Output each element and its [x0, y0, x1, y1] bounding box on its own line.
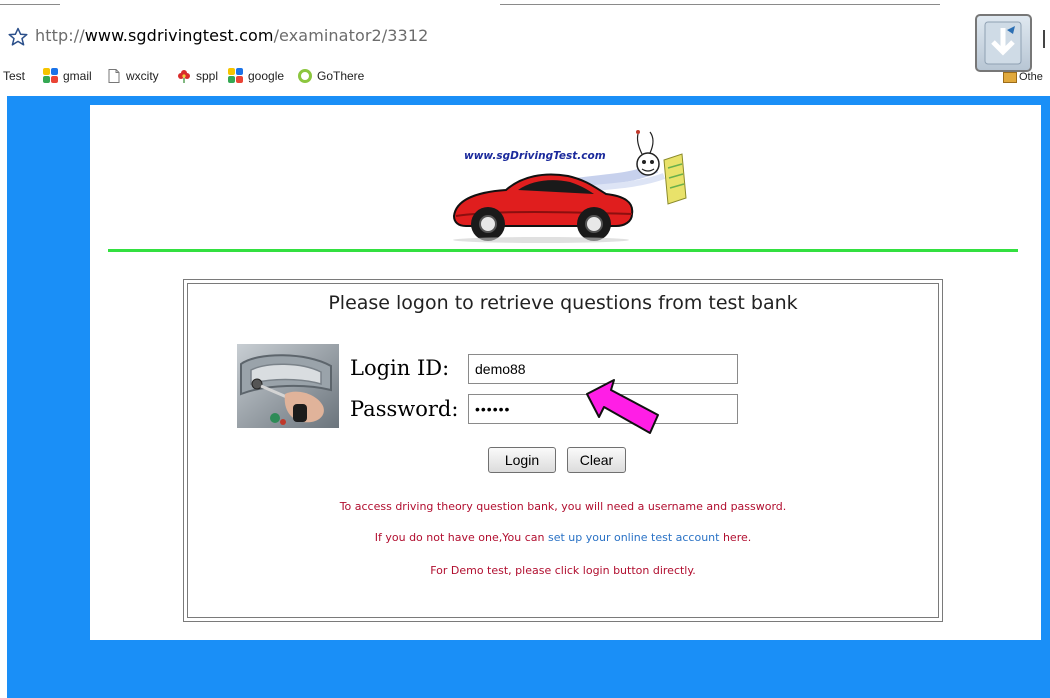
download-arrow-icon [984, 21, 1022, 65]
toolbar-separator [1043, 30, 1045, 48]
annotation-arrow-icon [586, 379, 659, 434]
login-button[interactable]: Login [488, 447, 556, 473]
folder-icon [1003, 71, 1017, 83]
url-protocol: http:// [35, 26, 85, 45]
top-tab-line [0, 0, 1050, 6]
google-icon [43, 68, 59, 84]
url-host: www.sgdrivingtest.com [84, 26, 274, 45]
bookmark-label: Test [3, 69, 26, 83]
tab-edge-right [500, 4, 940, 5]
bookmark-gmail[interactable]: gmail [43, 66, 92, 86]
bookmark-gothere[interactable]: GoThere [297, 66, 364, 86]
bookmark-label: GoThere [317, 69, 365, 83]
info-signup-suffix: here. [719, 531, 752, 544]
clear-button[interactable]: Clear [567, 447, 626, 473]
bookmark-star-icon[interactable] [8, 27, 28, 47]
login-prompt: Please logon to retrieve questions from … [328, 292, 798, 314]
browser-chrome: http://www.sgdrivingtest.com/examinator2… [0, 0, 1050, 96]
page-background: www.sgDrivingTest.com Please logon to re… [7, 96, 1050, 698]
google-icon [228, 68, 244, 84]
bookmark-sppl[interactable]: sppl [176, 66, 218, 86]
other-bookmarks-label: Othe [1019, 71, 1043, 83]
bookmark-google[interactable]: google [228, 66, 284, 86]
signup-link[interactable]: set up your online test account [548, 531, 719, 544]
page-icon [108, 69, 120, 83]
bookmark-test[interactable]: Test [3, 66, 25, 86]
extension-button[interactable] [975, 14, 1032, 72]
password-label: Password: [350, 397, 459, 421]
tab-edge-left [0, 4, 60, 5]
bookmark-label: sppl [196, 69, 219, 83]
info-line-credentials: To access driving theory question bank, … [339, 500, 787, 513]
url-path: /examinator2/3312 [273, 26, 429, 45]
content-panel: www.sgDrivingTest.com Please logon to re… [90, 105, 1041, 640]
logo-text: www.sgDrivingTest.com [464, 150, 606, 162]
login-id-label: Login ID: [350, 356, 450, 380]
car-key-photo [237, 344, 339, 428]
site-logo[interactable]: www.sgDrivingTest.com [436, 120, 696, 245]
ring-icon [298, 69, 312, 83]
info-signup-prefix: If you do not have one,You can [374, 531, 548, 544]
info-line-signup: If you do not have one,You can set up yo… [188, 531, 938, 544]
bookmark-label: gmail [63, 69, 92, 83]
bookmark-wxcity[interactable]: wxcity [106, 66, 159, 86]
info-line-demo: For Demo test, please click login button… [430, 564, 696, 577]
bookmark-label: wxcity [126, 69, 159, 83]
login-box-inner: Please logon to retrieve questions from … [187, 283, 939, 618]
address-bar[interactable]: http://www.sgdrivingtest.com/examinator2… [35, 26, 428, 45]
divider-line [108, 249, 1018, 252]
other-bookmarks[interactable]: Othe [1003, 68, 1050, 86]
flower-icon [178, 70, 190, 83]
login-box: Please logon to retrieve questions from … [183, 279, 943, 622]
bookmark-label: google [248, 69, 285, 83]
